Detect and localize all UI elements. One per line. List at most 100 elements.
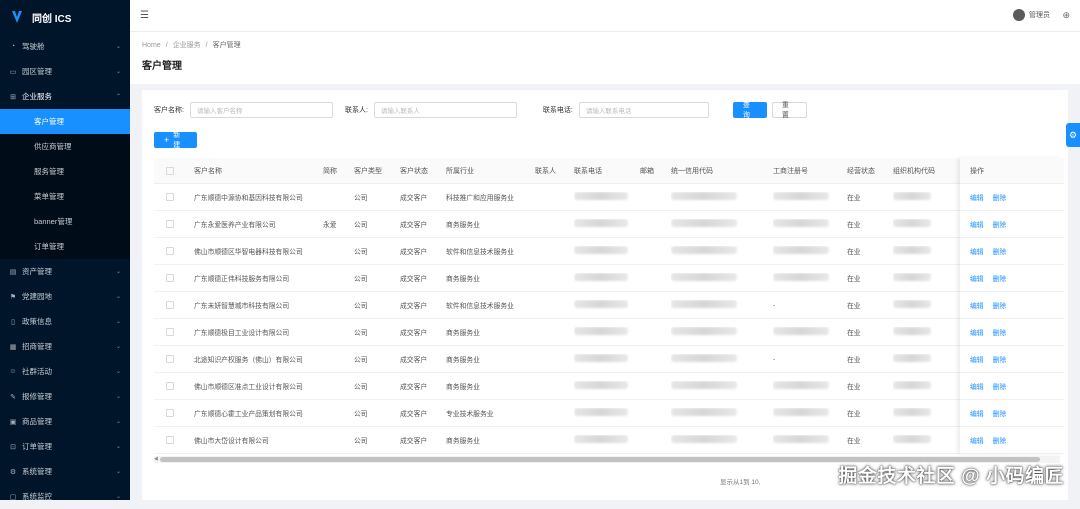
cell-type: 公司: [354, 330, 368, 337]
row-actions: 编辑 删除: [960, 184, 1064, 211]
sidebar-item[interactable]: ◔ 驾驶舱 ⌄: [0, 34, 130, 59]
row-actions: 编辑 删除: [960, 265, 1064, 292]
sidebar-item[interactable]: ▭ 园区管理 ⌄: [0, 59, 130, 84]
cell-redacted: [893, 192, 955, 202]
sidebar-item[interactable]: ⚙ 系统管理 ⌄: [0, 459, 130, 484]
delete-link[interactable]: 删除: [993, 381, 1007, 391]
edit-link[interactable]: 编辑: [970, 381, 984, 391]
row-checkbox[interactable]: [166, 274, 174, 282]
edit-link[interactable]: 编辑: [970, 273, 984, 283]
edit-link[interactable]: 编辑: [970, 354, 984, 364]
delete-link[interactable]: 删除: [993, 435, 1007, 445]
cell-name: 佛山市大岱设计有限公司: [194, 438, 269, 445]
row-checkbox[interactable]: [166, 328, 174, 336]
row-checkbox[interactable]: [166, 193, 174, 201]
submenu-item[interactable]: 供应商管理: [0, 134, 130, 159]
sidebar-item-label: 社群活动: [22, 367, 52, 376]
sidebar-item[interactable]: ▦ 招商管理 ⌄: [0, 334, 130, 359]
language-globe-icon[interactable]: ⊕: [1062, 10, 1070, 21]
row-checkbox[interactable]: [166, 301, 174, 309]
search-button[interactable]: 查 询: [732, 102, 767, 119]
delete-link[interactable]: 删除: [993, 354, 1007, 364]
edit-link[interactable]: 编辑: [970, 219, 984, 229]
cell-reg: [773, 219, 847, 229]
cell-status: 成交客户: [400, 330, 428, 337]
cell-type: 公司: [354, 384, 368, 391]
delete-link[interactable]: 删除: [993, 408, 1007, 418]
cell-name: 佛山市顺德区华智电器科技有限公司: [194, 249, 303, 256]
dashboard-icon: ◔: [10, 43, 16, 50]
cell-industry: 商务服务业: [446, 222, 480, 229]
scroll-left-icon[interactable]: ◀: [154, 456, 158, 462]
delete-link[interactable]: 删除: [993, 327, 1007, 337]
menu-toggle-icon[interactable]: ☰: [140, 10, 152, 22]
phone-input[interactable]: 请输入联系电话: [578, 102, 709, 118]
submenu-item[interactable]: 菜单管理: [0, 184, 130, 209]
breadcrumb-home[interactable]: Home: [142, 42, 161, 49]
plus-icon: +: [164, 135, 170, 145]
column-header: 工商注册号: [773, 167, 808, 175]
cell-name: 广东顺德极目工业设计有限公司: [194, 330, 290, 337]
row-checkbox[interactable]: [166, 436, 174, 444]
sidebar-item[interactable]: ▤ 资产管理 ⌄: [0, 259, 130, 284]
submenu-item[interactable]: 客户管理: [0, 109, 130, 134]
sidebar-item[interactable]: ▣ 商品管理 ⌄: [0, 409, 130, 434]
edit-link[interactable]: 编辑: [970, 300, 984, 310]
edit-link[interactable]: 编辑: [970, 435, 984, 445]
submenu-item[interactable]: banner管理: [0, 209, 130, 234]
cell-biz: 在业: [847, 438, 861, 445]
submenu-item[interactable]: 服务管理: [0, 159, 130, 184]
submenu: 客户管理 供应商管理 服务管理 菜单管理 banner管理 订单管理: [0, 109, 130, 259]
sidebar-item[interactable]: ☺ 社群活动 ⌄: [0, 359, 130, 384]
sidebar-item[interactable]: ▢ 系统监控 ⌄: [0, 484, 130, 509]
sidebar: 同创 ICS ◔ 驾驶舱 ⌄ ▭ 园区管理 ⌄ ⊞ 企业服务 ⌃ 客户管理 供应商管理 服务管理 菜单管…: [0, 0, 130, 501]
row-checkbox[interactable]: [166, 355, 174, 363]
add-button[interactable]: + 新建: [154, 132, 197, 149]
filter-bar: 客户名称: 请输入客户名称 联系人: 请输入联系人 联系电话: 请输入联系电话 …: [154, 102, 807, 119]
cell-biz: 在业: [847, 222, 861, 229]
select-all-checkbox[interactable]: [166, 166, 174, 175]
building-icon: ▭: [9, 68, 17, 76]
cell-type: 公司: [354, 411, 368, 418]
contact-input[interactable]: 请输入联系人: [373, 102, 517, 118]
app-logo[interactable]: 同创 ICS: [0, 0, 130, 34]
delete-link[interactable]: 删除: [993, 219, 1007, 229]
customer-name-input[interactable]: 请输入客户名称: [189, 102, 333, 118]
delete-link[interactable]: 删除: [993, 273, 1007, 283]
reset-button[interactable]: 重 置: [771, 102, 807, 119]
edit-link[interactable]: 编辑: [970, 408, 984, 418]
cell-redacted: [671, 327, 773, 337]
settings-gear-icon[interactable]: ⚙: [1066, 123, 1080, 147]
submenu-item[interactable]: 订单管理: [0, 234, 130, 259]
edit-link[interactable]: 编辑: [970, 246, 984, 256]
row-checkbox[interactable]: [166, 409, 174, 417]
top-header: ☰ 管理员 ⊕: [130, 0, 1080, 32]
cell-redacted: [671, 354, 773, 364]
row-checkbox[interactable]: [166, 220, 174, 228]
sidebar-item[interactable]: ⊡ 订单管理 ⌄: [0, 434, 130, 459]
sidebar-item[interactable]: ✎ 报修管理 ⌄: [0, 384, 130, 409]
sidebar-item-label: 报修管理: [22, 392, 52, 401]
cell-reg: [773, 408, 847, 418]
cell-reg: [773, 246, 847, 256]
edit-link[interactable]: 编辑: [970, 192, 984, 202]
delete-link[interactable]: 删除: [993, 246, 1007, 256]
cell-reg: [773, 381, 847, 391]
delete-link[interactable]: 删除: [993, 300, 1007, 310]
sidebar-item[interactable]: ⊞ 企业服务 ⌃: [0, 84, 130, 109]
cell-redacted: [893, 381, 955, 391]
sidebar-item[interactable]: ▯ 政策信息 ⌄: [0, 309, 130, 334]
sidebar-item-label: 政策信息: [22, 317, 52, 326]
row-checkbox[interactable]: [166, 382, 174, 390]
row-checkbox[interactable]: [166, 247, 174, 255]
user-menu[interactable]: 管理员: [1013, 9, 1050, 21]
breadcrumb-enterprise[interactable]: 企业服务: [173, 42, 201, 49]
sidebar-item-label: 资产管理: [22, 267, 52, 276]
cell-name: 广东永爱医养产业有限公司: [194, 222, 276, 229]
sidebar-item[interactable]: ⚑ 党建园地 ⌄: [0, 284, 130, 309]
cell-redacted: [893, 354, 955, 364]
cell-status: 成交客户: [400, 195, 428, 202]
page-header: Home / 企业服务 / 客户管理 客户管理: [130, 32, 1080, 84]
edit-link[interactable]: 编辑: [970, 327, 984, 337]
delete-link[interactable]: 删除: [993, 192, 1007, 202]
